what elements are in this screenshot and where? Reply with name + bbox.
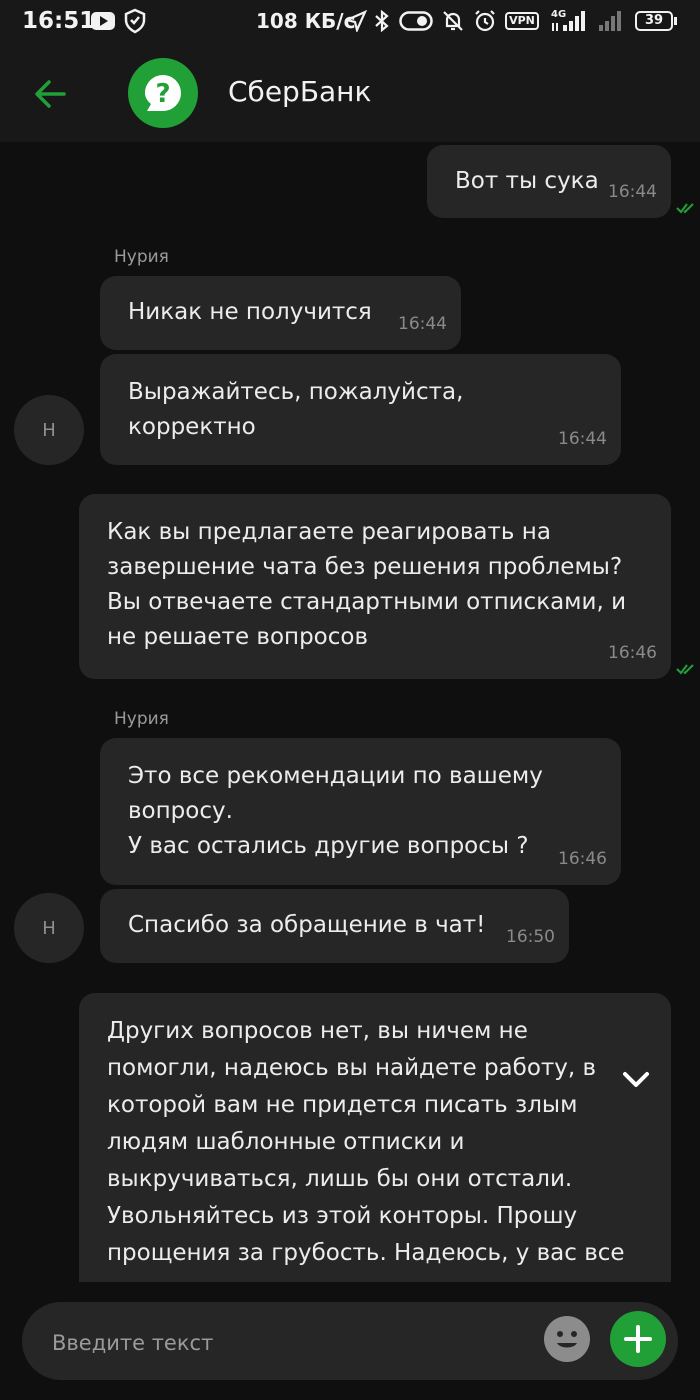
chevron-down-icon[interactable] <box>616 1060 656 1100</box>
message-outgoing[interactable]: Других вопросов нет, вы ничем не помогли… <box>79 993 671 1282</box>
message-outgoing[interactable]: Как вы предлагаете реагировать на заверш… <box>79 494 671 679</box>
message-time: 16:44 <box>558 429 607 449</box>
operator-avatar[interactable]: Н <box>14 893 84 963</box>
message-text: Спасибо за обращение в чат! <box>128 912 486 938</box>
chat-messages[interactable]: Вот ты сука 16:44 Нурия Никак не получит… <box>0 142 700 1282</box>
chat-header: ? СберБанк <box>0 44 700 142</box>
svg-text:?: ? <box>155 79 170 109</box>
message-incoming[interactable]: Выражайтесь, пожалуйста, корректно 16:44 <box>100 354 621 465</box>
status-time: 16:51 <box>22 8 96 34</box>
message-text: Это все рекомендации по вашему вопросу. … <box>128 763 543 859</box>
message-outgoing[interactable]: Вот ты сука 16:44 <box>427 145 671 218</box>
message-time: 16:46 <box>608 643 657 663</box>
message-input[interactable] <box>50 1327 524 1359</box>
sender-name: Нурия <box>114 247 169 267</box>
message-text: Выражайтесь, пожалуйста, корректно <box>128 379 464 440</box>
battery-icon: 39 <box>634 8 678 34</box>
operator-avatar[interactable]: Н <box>14 395 84 465</box>
message-time: 16:46 <box>558 849 607 869</box>
bell-off-icon <box>440 8 466 34</box>
signal-icon: 4G <box>548 8 588 34</box>
message-incoming[interactable]: Никак не получится 16:44 <box>100 276 461 350</box>
message-time: 16:44 <box>608 182 657 202</box>
plus-icon[interactable] <box>610 1311 666 1367</box>
message-text: Вот ты сука <box>455 168 599 194</box>
message-incoming[interactable]: Спасибо за обращение в чат! 16:50 <box>100 889 569 963</box>
bluetooth-icon <box>372 8 392 34</box>
toggle-icon <box>398 8 434 34</box>
message-incoming[interactable]: Это все рекомендации по вашему вопросу. … <box>100 738 621 885</box>
composer <box>0 1282 700 1400</box>
vpn-badge: VPN <box>505 8 539 34</box>
location-arrow-icon <box>344 8 368 34</box>
chat-title: СберБанк <box>228 75 372 108</box>
message-text: Никак не получится <box>128 299 372 325</box>
message-time: 16:50 <box>506 927 555 947</box>
message-text: Как вы предлагаете реагировать на заверш… <box>107 519 627 650</box>
alarm-icon <box>472 8 498 34</box>
question-bubble-icon[interactable]: ? <box>128 58 198 128</box>
sender-name: Нурия <box>114 709 169 729</box>
read-check-icon <box>676 664 694 675</box>
shield-icon <box>122 8 148 34</box>
status-bar: 16:51 108 КБ/с VPN 4G 39 <box>0 0 700 44</box>
message-text: Других вопросов нет, вы ничем не помогли… <box>107 1018 625 1266</box>
message-time: 16:44 <box>398 314 447 334</box>
emoji-icon[interactable] <box>544 1316 590 1362</box>
signal-weak-icon <box>596 8 626 34</box>
youtube-icon <box>90 8 116 34</box>
back-arrow-icon[interactable] <box>30 74 70 114</box>
network-speed: 108 КБ/с <box>256 9 356 33</box>
read-check-icon <box>676 203 694 214</box>
